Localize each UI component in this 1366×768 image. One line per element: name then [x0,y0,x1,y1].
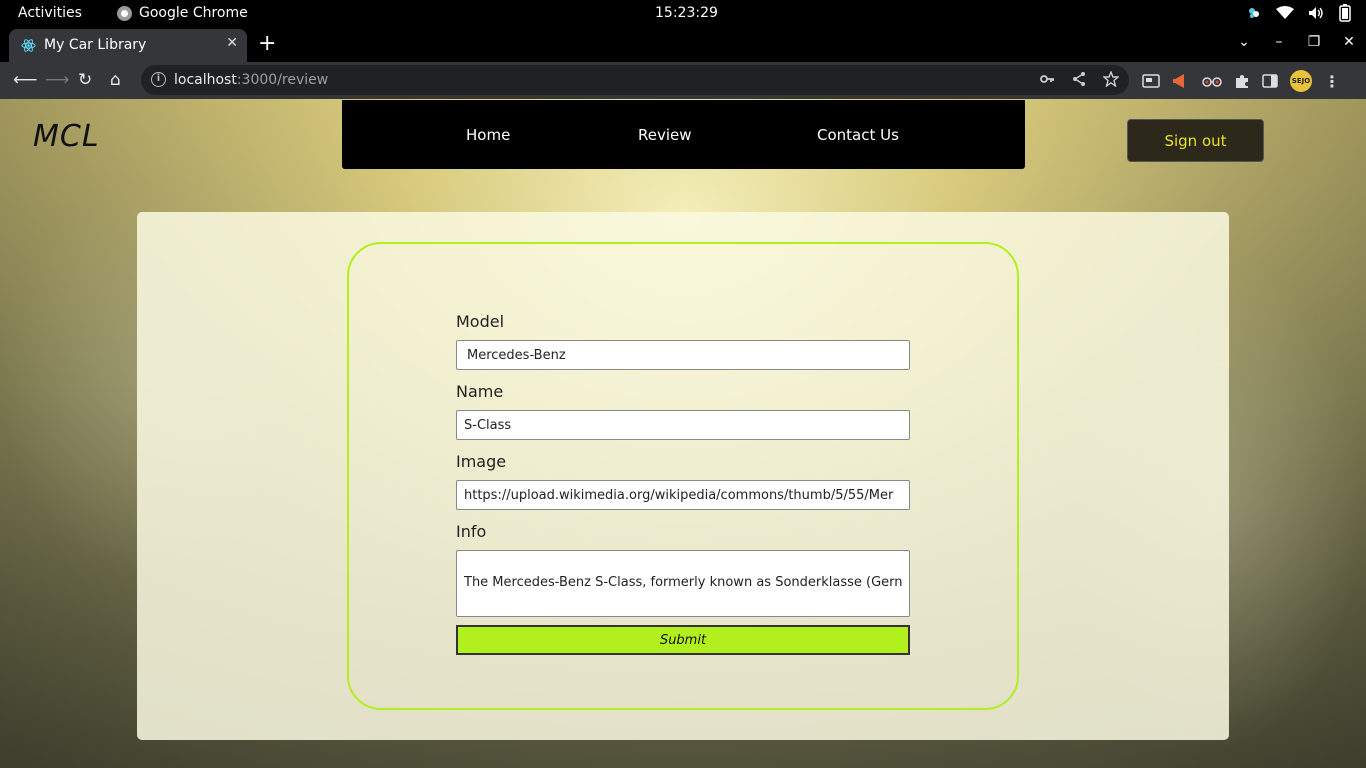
nav-home[interactable]: Home [466,126,510,144]
url-text[interactable]: localhost:3000/review [174,72,328,88]
review-form: Model Name Image Info The Mercedes-Benz … [456,312,910,655]
home-icon[interactable]: ⌂ [110,70,121,90]
bookmark-star-icon[interactable] [1103,71,1119,87]
review-card: Model Name Image Info The Mercedes-Benz … [137,212,1229,740]
restore-icon[interactable]: ❐ [1307,34,1321,50]
tab-close-icon[interactable]: ✕ [226,35,238,51]
tab-strip: My Car Library ✕ + ⌄ – ❐ ✕ [0,27,1366,62]
extension-megaphone-icon[interactable] [1172,73,1190,89]
app-menu[interactable]: Google Chrome [117,5,248,21]
react-icon [21,39,36,52]
profile-avatar[interactable]: SEJO [1290,70,1312,92]
media-router-icon[interactable] [1142,73,1160,89]
share-icon[interactable] [1071,71,1087,87]
info-textarea[interactable]: The Mercedes-Benz S-Class, formerly know… [456,550,910,617]
clock[interactable]: 15:23:29 [655,5,718,21]
forward-icon[interactable]: ⟶ [45,70,69,90]
site-logo[interactable]: MCL [33,119,100,154]
browser-toolbar: ⟵ ⟶ ↻ ⌂ i localhost:3000/review SEJO ⋮ [0,62,1366,99]
wifi-icon [1276,6,1294,19]
activities-button[interactable]: Activities [18,5,82,21]
extension-glasses-icon[interactable] [1202,73,1222,89]
chrome-icon [117,5,132,21]
image-url-input[interactable] [456,480,910,510]
name-input[interactable] [456,410,910,440]
url-path: :3000/review [236,72,329,88]
info-label: Info [456,522,487,541]
main-nav: Home Review Contact Us [342,100,1025,169]
reload-icon[interactable]: ↻ [78,70,92,90]
address-bar[interactable]: i localhost:3000/review [141,65,1129,95]
sign-out-button[interactable]: Sign out [1127,119,1264,162]
nav-contact-us[interactable]: Contact Us [817,126,899,144]
tab-search-icon[interactable]: ⌄ [1237,34,1251,50]
page-viewport: MCL Home Review Contact Us Sign out Mode… [0,99,1366,768]
new-tab-icon[interactable]: + [258,31,276,56]
url-host: localhost [174,72,237,88]
tab-title: My Car Library [44,37,147,53]
name-label: Name [456,382,504,401]
key-icon[interactable] [1039,71,1055,87]
omnibox-actions [1039,71,1119,87]
nav-review[interactable]: Review [638,126,692,144]
window-controls: ⌄ – ❐ ✕ [1237,34,1356,50]
extensions-puzzle-icon[interactable] [1234,73,1250,89]
site-info-icon[interactable]: i [151,72,166,87]
chrome-menu-icon[interactable]: ⋮ [1324,72,1340,91]
color-picker-icon [1249,8,1259,18]
side-panel-icon[interactable] [1262,73,1278,89]
submit-button[interactable]: Submit [456,625,910,655]
system-tray[interactable] [1246,4,1352,22]
model-label: Model [456,312,505,331]
tab-my-car-library[interactable]: My Car Library ✕ [9,29,247,62]
system-top-bar: Activities Google Chrome 15:23:29 [0,0,1366,27]
image-label: Image [456,452,507,471]
model-input[interactable] [456,340,910,370]
battery-icon [1339,4,1351,22]
minimize-icon[interactable]: – [1272,34,1286,50]
volume-icon [1309,7,1323,19]
close-window-icon[interactable]: ✕ [1342,34,1356,50]
extensions-area: SEJO ⋮ [1142,70,1340,92]
back-icon[interactable]: ⟵ [13,70,37,90]
app-name: Google Chrome [139,5,248,21]
